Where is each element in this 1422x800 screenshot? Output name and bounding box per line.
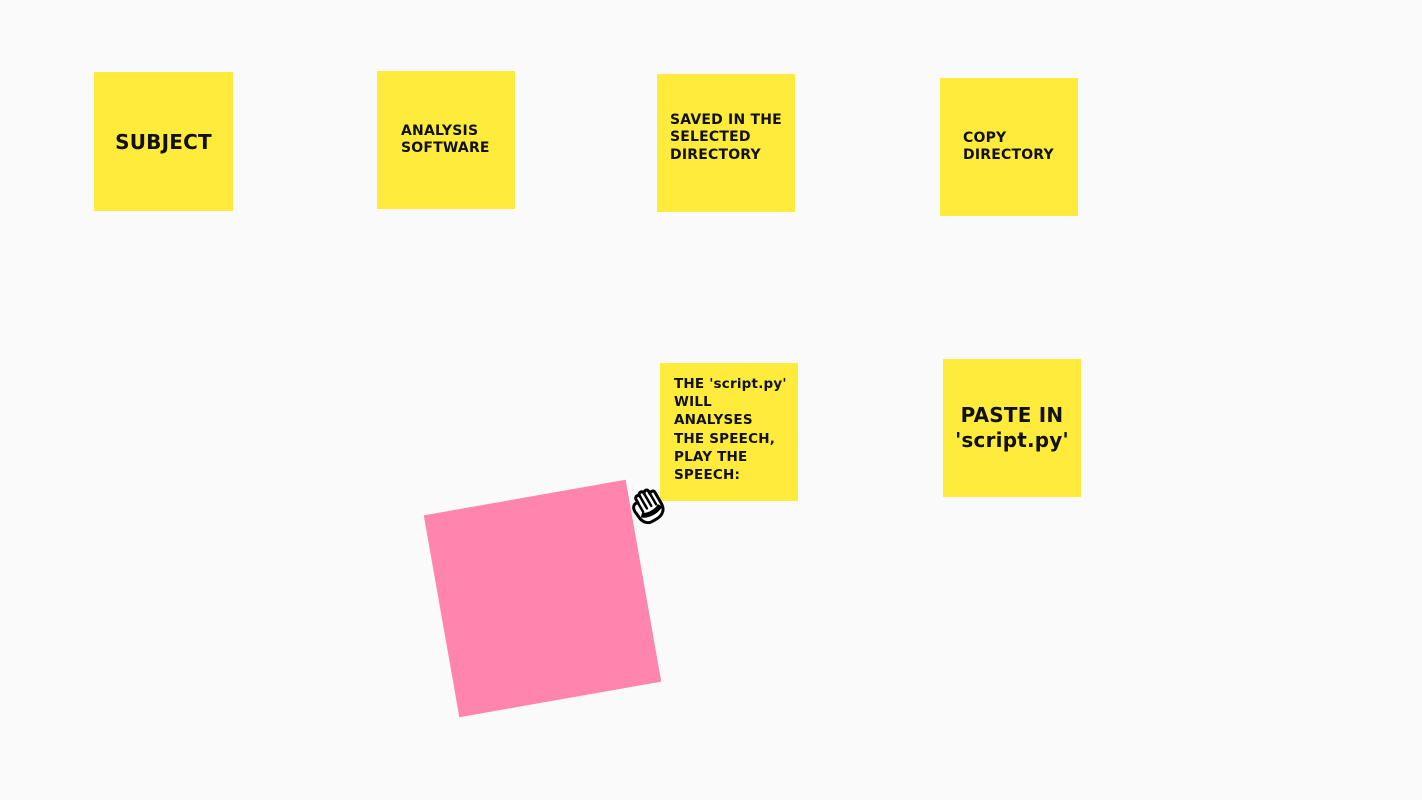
sticky-note-copy-directory[interactable]: COPY DIRECTORY: [940, 78, 1078, 216]
sticky-note-text: ANALYSIS SOFTWARE: [401, 123, 490, 156]
sticky-note-analysis-software[interactable]: ANALYSIS SOFTWARE: [377, 71, 515, 209]
sticky-note-text: COPY DIRECTORY: [963, 130, 1054, 163]
sticky-note-text: SUBJECT: [115, 129, 212, 154]
sticky-note-text: THE 'script.py' WILL ANALYSES THE SPEECH…: [674, 376, 787, 484]
whiteboard-canvas[interactable]: SUBJECT ANALYSIS SOFTWARE SAVED IN THE S…: [0, 0, 1422, 800]
sticky-note-text: PASTE IN 'script.py': [955, 403, 1069, 452]
sticky-note-script-analyses[interactable]: THE 'script.py' WILL ANALYSES THE SPEECH…: [660, 363, 798, 501]
sticky-note-paste-in-script[interactable]: PASTE IN 'script.py': [943, 359, 1081, 497]
grab-hand-icon: [632, 488, 665, 525]
sticky-note-text: SAVED IN THE SELECTED DIRECTORY: [670, 111, 782, 163]
sticky-note-saved-in-directory[interactable]: SAVED IN THE SELECTED DIRECTORY: [657, 74, 795, 212]
sticky-note-subject[interactable]: SUBJECT: [94, 72, 233, 211]
